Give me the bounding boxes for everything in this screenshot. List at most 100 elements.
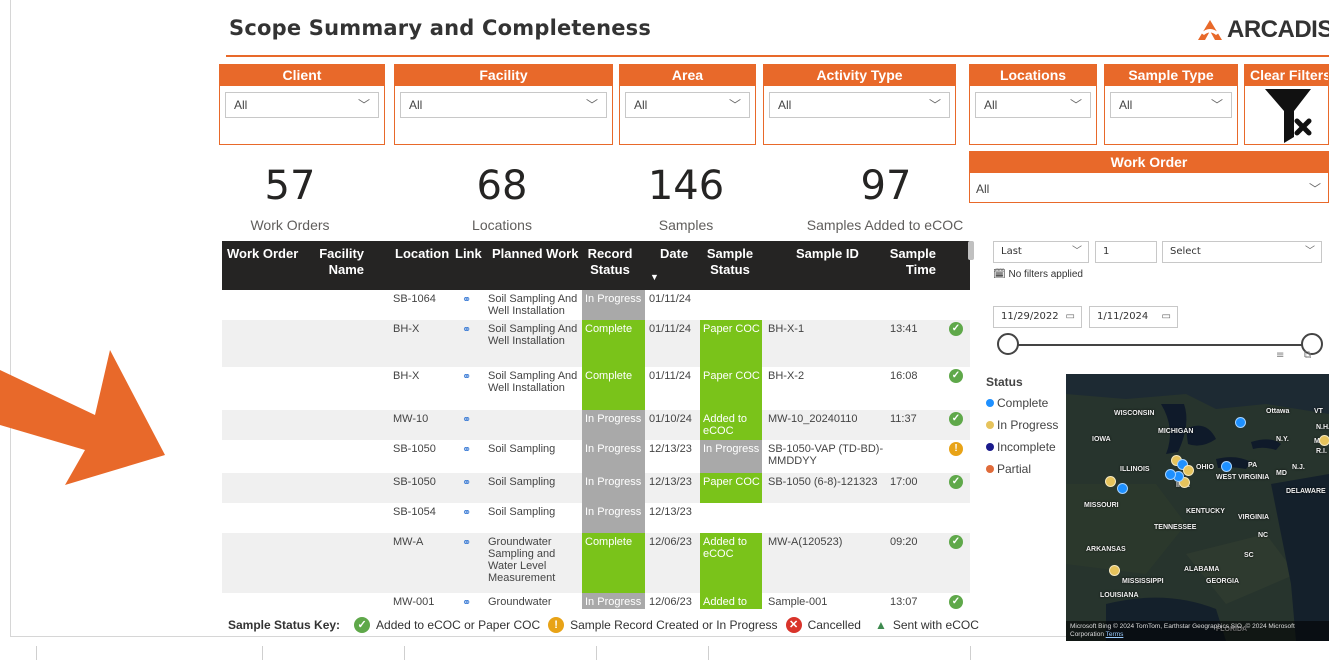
link-icon[interactable]: ⚭ xyxy=(462,596,471,609)
map-place-label: PA xyxy=(1248,462,1258,469)
map-place-label: ILLINOIS xyxy=(1120,466,1150,473)
period-unit-dropdown[interactable]: Select ﹀ xyxy=(1162,241,1322,263)
map-place-label: Ottawa xyxy=(1266,408,1290,415)
cell-sample-id: BH-X-1 xyxy=(768,323,805,335)
sample-status-text: Paper COC xyxy=(703,476,760,488)
map-marker[interactable] xyxy=(1165,469,1176,480)
link-icon[interactable]: ⚭ xyxy=(462,413,471,426)
link-icon[interactable]: ⚭ xyxy=(462,443,471,456)
link-icon[interactable]: ⚭ xyxy=(462,370,471,383)
link-icon[interactable]: ⚭ xyxy=(462,323,471,336)
header-sample-id[interactable]: Sample ID xyxy=(796,246,859,262)
sort-descending-icon[interactable]: ▼ xyxy=(650,272,659,282)
sample-status-text: Added to eCOC xyxy=(703,536,748,560)
table-row[interactable]: SB-1054 ⚭ Soil Sampling In Progress 12/13/23 xyxy=(222,503,970,533)
map-marker[interactable] xyxy=(1117,483,1128,494)
focus-mode-icon[interactable]: ⧉ xyxy=(1304,350,1311,361)
header-date[interactable]: Date xyxy=(660,246,688,262)
clear-filters-button[interactable]: Clear Filters xyxy=(1244,64,1329,145)
map-marker[interactable] xyxy=(1319,435,1329,446)
cell-location: BH-X xyxy=(393,370,420,382)
header-sample-status[interactable]: Sample Status xyxy=(702,246,758,278)
calendar-icon[interactable]: ▭ xyxy=(1066,307,1075,327)
cell-location: MW-001 xyxy=(393,596,435,608)
map-marker[interactable] xyxy=(1235,417,1246,428)
link-icon[interactable]: ⚭ xyxy=(462,293,471,306)
map-marker[interactable] xyxy=(1109,565,1120,576)
table-row[interactable]: SB-1064 ⚭ Soil Sampling And Well Installat… xyxy=(222,290,970,320)
sample-status-text: Added to eCOC xyxy=(703,413,748,437)
start-date-input[interactable]: 11/29/2022 ▭ xyxy=(993,306,1082,328)
map-place-label: MISSISSIPPI xyxy=(1122,578,1164,585)
activity-type-dropdown[interactable]: All ﹀ xyxy=(769,92,950,118)
table-row[interactable]: MW-A ⚭ Groundwater Sampling and Water Leve… xyxy=(222,533,970,593)
cell-sample-status: Paper COC xyxy=(700,367,762,410)
period-dropdown[interactable]: Last ﹀ xyxy=(993,241,1089,263)
cell-planned-work: Soil Sampling And Well Installation xyxy=(488,293,578,317)
legend-item[interactable]: In Progress xyxy=(986,414,1058,436)
sample-type-dropdown[interactable]: All ﹀ xyxy=(1110,92,1232,118)
locations-dropdown[interactable]: All ﹀ xyxy=(975,92,1091,118)
legend-dot-icon xyxy=(986,421,994,429)
table-row[interactable]: SB-1050 ⚭ Soil Sampling In Progress 12/13/23… xyxy=(222,473,970,503)
date-range-start-handle[interactable] xyxy=(997,333,1019,355)
link-icon[interactable]: ⚭ xyxy=(462,536,471,549)
header-link[interactable]: Link xyxy=(455,246,482,262)
header-work-order[interactable]: Work Order xyxy=(227,246,298,262)
page-title: Scope Summary and Completeness xyxy=(229,16,652,40)
cell-sample-id: SB-1050 (6-8)-121323 xyxy=(768,476,878,488)
legend-label: In Progress xyxy=(997,418,1059,432)
table-row[interactable]: BH-X ⚭ Soil Sampling And Well Installation… xyxy=(222,367,970,410)
legend-item[interactable]: Complete xyxy=(986,392,1058,414)
filter-icon[interactable]: ≡ xyxy=(1276,350,1284,361)
cell-sample-status: Paper COC xyxy=(700,473,762,503)
sample-status-text: Paper COC xyxy=(703,370,760,382)
cell-sample-id: BH-X-2 xyxy=(768,370,805,382)
end-date-input[interactable]: 1/11/2024 ▭ xyxy=(1089,306,1178,328)
legend-item[interactable]: Partial xyxy=(986,458,1058,480)
kpi-samples-value: 146 xyxy=(647,163,725,209)
area-dropdown[interactable]: All ﹀ xyxy=(625,92,750,118)
table-row[interactable]: MW-001 ⚭ Groundwater In Progress 12/06/23 Add… xyxy=(222,593,970,609)
cell-location: MW-A xyxy=(393,536,424,548)
map-place-label: VT xyxy=(1314,408,1323,415)
table-scrollbar[interactable] xyxy=(968,241,974,260)
map-marker[interactable] xyxy=(1183,465,1194,476)
header-location[interactable]: Location xyxy=(395,246,449,262)
map-marker[interactable] xyxy=(1221,461,1232,472)
client-dropdown[interactable]: All ﹀ xyxy=(225,92,379,118)
date-range-slider-track[interactable] xyxy=(1008,344,1318,346)
header-planned-work[interactable]: Planned Work xyxy=(492,246,578,262)
link-icon[interactable]: ⚭ xyxy=(462,476,471,489)
locations-slicer: Locations All ﹀ xyxy=(969,64,1097,145)
period-unit-placeholder: Select xyxy=(1170,246,1201,257)
map-terms-link[interactable]: Terms xyxy=(1106,631,1124,638)
cancel-circle-icon xyxy=(785,617,802,633)
facility-dropdown[interactable]: All ﹀ xyxy=(400,92,607,118)
status-key-label: Sent with eCOC xyxy=(892,618,979,632)
header-record-status[interactable]: Record Status xyxy=(582,246,638,278)
header-facility-name[interactable]: Facility Name xyxy=(318,246,364,278)
facility-slicer-header: Facility xyxy=(395,65,612,86)
legend-label: Complete xyxy=(997,396,1049,410)
legend-label: Incomplete xyxy=(997,440,1056,454)
kpi-locations-label: Locations xyxy=(472,217,532,233)
legend-item[interactable]: Incomplete xyxy=(986,436,1058,458)
cell-sample-status: In Progress xyxy=(700,440,762,473)
chevron-down-icon: ﹀ xyxy=(1072,246,1082,257)
table-row[interactable]: MW-10 ⚭ In Progress 01/10/24 Added to eCOC MW… xyxy=(222,410,970,440)
header-sample-time[interactable]: Sample Time xyxy=(884,246,936,278)
area-dropdown-value: All xyxy=(634,98,648,112)
record-status-text: In Progress xyxy=(585,443,642,455)
map-marker[interactable] xyxy=(1105,476,1116,487)
sample-locations-map[interactable]: WISCONSINOttawaVTMICHIGANN.H.IOWAN.Y.MAR… xyxy=(1066,374,1329,641)
calendar-icon[interactable]: ▭ xyxy=(1162,307,1171,327)
map-place-label: DELAWARE xyxy=(1286,488,1326,495)
link-icon[interactable]: ⚭ xyxy=(462,506,471,519)
work-order-dropdown[interactable]: All ﹀ xyxy=(976,178,1323,200)
period-count-input[interactable]: 1 xyxy=(1095,241,1157,263)
table-row[interactable]: BH-X ⚭ Soil Sampling And Well Installation… xyxy=(222,320,970,367)
cell-record-status: In Progress xyxy=(582,503,645,533)
table-row[interactable]: SB-1050 ⚭ Soil Sampling In Progress 12/13/23… xyxy=(222,440,970,473)
kpi-locations-value: 68 xyxy=(476,163,528,209)
